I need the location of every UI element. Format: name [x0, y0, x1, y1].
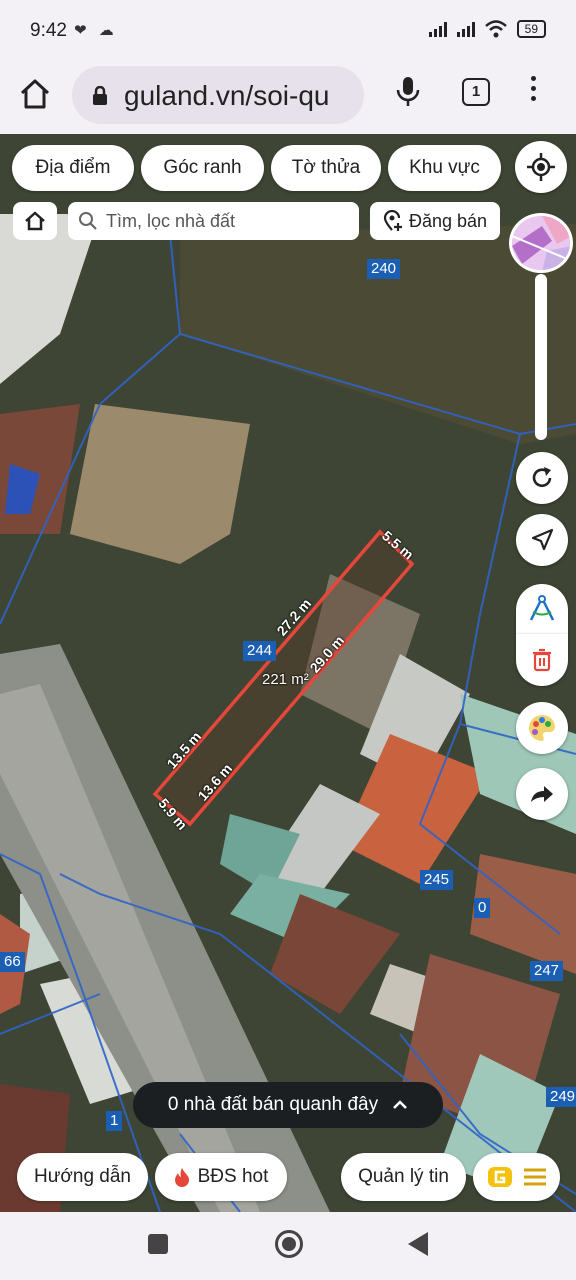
map-style-button[interactable] — [516, 702, 568, 754]
nearby-text: 0 nhà đất bán quanh đây — [167, 1094, 379, 1115]
measure-tool-button[interactable] — [516, 584, 568, 634]
hamburger-icon — [523, 1168, 546, 1186]
guland-logo-icon — [487, 1167, 512, 1187]
parcel-number: 249 — [546, 1087, 576, 1107]
home-nav-button[interactable] — [275, 1230, 303, 1258]
map-home-button[interactable] — [13, 202, 57, 240]
microphone-icon[interactable] — [395, 75, 421, 109]
search-icon — [79, 212, 97, 230]
chip-khu-vuc[interactable]: Khu vực — [388, 145, 501, 191]
chip-to-thua[interactable]: Tờ thửa — [271, 145, 381, 191]
zoom-slider[interactable] — [535, 274, 547, 440]
share-arrow-icon — [531, 786, 553, 802]
parcel-number: 240 — [367, 259, 401, 279]
back-button[interactable] — [408, 1232, 428, 1256]
trash-icon — [533, 648, 551, 672]
notification-icons: ❤ ☁ — [74, 22, 118, 39]
tab-switcher-button[interactable]: 1 — [462, 78, 490, 106]
nearby-listings-bar[interactable]: 0 nhà đất bán quanh đây — [133, 1082, 443, 1128]
map-view[interactable]: Địa điểm Góc ranh Tờ thửa Khu vực Tìm, l… — [0, 134, 576, 1212]
chip-dia-diem[interactable]: Địa điểm — [12, 145, 134, 191]
navigation-arrow-icon — [531, 528, 554, 551]
address-bar[interactable]: guland.vn/soi-qu — [72, 66, 364, 124]
fire-icon — [174, 1168, 189, 1187]
status-bar: 9:42 ❤ ☁ 59 — [0, 0, 576, 60]
refresh-button[interactable] — [516, 452, 568, 504]
manage-label: Quản lý tin — [358, 1166, 449, 1187]
chevron-up-icon — [393, 1100, 408, 1109]
hot-label: BĐS hot — [197, 1166, 269, 1187]
guide-button[interactable]: Hướng dẫn — [17, 1153, 148, 1201]
status-right: 59 — [428, 20, 546, 38]
navigate-button[interactable] — [516, 514, 568, 566]
status-time: 9:42 — [30, 20, 67, 41]
home-icon[interactable] — [18, 77, 52, 111]
hot-listings-button[interactable]: BĐS hot — [155, 1153, 287, 1201]
planning-map-icon — [512, 216, 570, 270]
crosshair-icon — [527, 153, 555, 181]
search-input[interactable]: Tìm, lọc nhà đất — [68, 202, 359, 240]
app-menu-button[interactable] — [473, 1153, 560, 1201]
manage-listings-button[interactable]: Quản lý tin — [341, 1153, 466, 1201]
my-location-button[interactable] — [515, 141, 567, 193]
guide-label: Hướng dẫn — [33, 1166, 131, 1187]
parcel-number: 1 — [106, 1111, 123, 1131]
parcel-number: 66 — [0, 952, 25, 972]
plot-area-label: 221 m² — [262, 671, 309, 688]
recents-button[interactable] — [148, 1234, 168, 1254]
add-location-icon — [383, 210, 402, 231]
share-button[interactable] — [516, 768, 568, 820]
battery-icon: 59 — [516, 20, 546, 38]
menu-icon[interactable] — [531, 76, 537, 106]
system-nav-bar — [0, 1212, 576, 1280]
signal-icon — [456, 21, 475, 37]
signal-icon — [428, 21, 447, 37]
url-text: guland.vn/soi-qu — [124, 80, 330, 111]
palette-icon — [529, 715, 555, 741]
parcel-number: 247 — [530, 961, 564, 981]
home-icon — [25, 211, 45, 231]
lock-icon — [93, 86, 107, 105]
parcel-number: 245 — [420, 870, 454, 890]
refresh-icon — [532, 467, 552, 487]
search-placeholder: Tìm, lọc nhà đất — [106, 210, 236, 231]
parcel-number: 0 — [474, 898, 491, 918]
browser-toolbar: guland.vn/soi-qu 1 — [0, 60, 576, 134]
compass-measure-icon — [529, 595, 555, 621]
chip-goc-ranh[interactable]: Góc ranh — [141, 145, 264, 191]
wifi-icon — [484, 20, 507, 38]
post-listing-button[interactable]: Đăng bán — [370, 202, 500, 240]
delete-measure-button[interactable] — [516, 634, 568, 686]
parcel-number: 244 — [243, 641, 277, 661]
post-label: Đăng bán — [408, 210, 488, 231]
layer-thumbnail[interactable] — [509, 213, 573, 273]
